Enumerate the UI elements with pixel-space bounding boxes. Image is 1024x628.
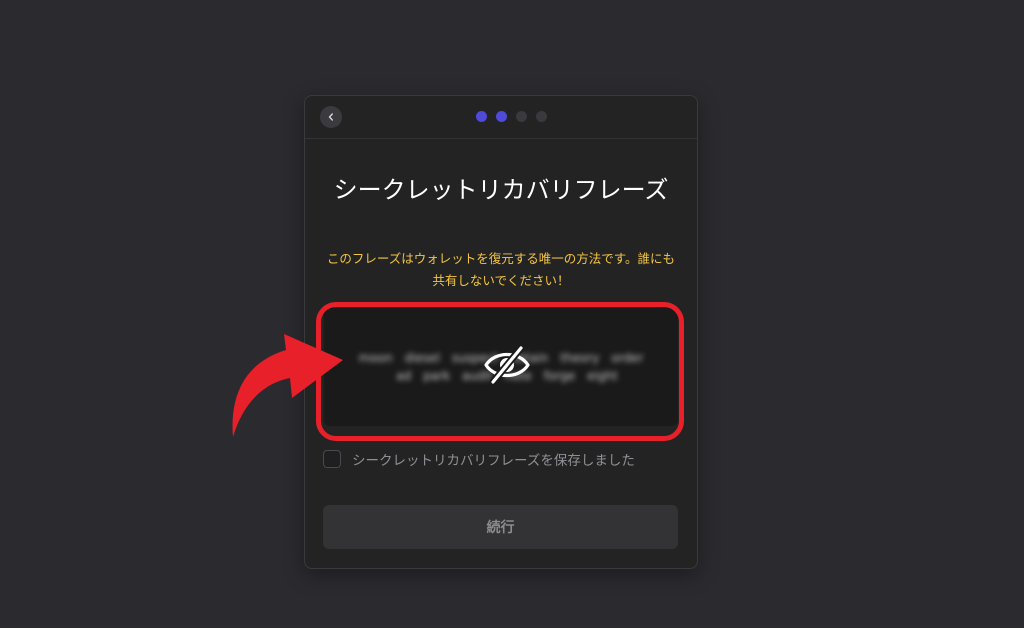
- step-dot: [496, 111, 507, 122]
- eye-off-icon[interactable]: [483, 345, 531, 385]
- back-button[interactable]: [320, 106, 342, 128]
- recovery-phrase-reveal[interactable]: moon diesel suspect obtain theory order ad park…: [324, 308, 678, 426]
- save-confirmation-row[interactable]: シークレットリカバリフレーズを保存しました: [323, 449, 635, 469]
- phrase-word: order: [611, 351, 644, 365]
- step-dot: [516, 111, 527, 122]
- page-background: シークレットリカバリフレーズ このフレーズはウォレットを復元する唯一の方法です。…: [0, 0, 1024, 628]
- warning-message: このフレーズはウォレットを復元する唯一の方法です。誰にも共有しないでください！: [326, 251, 676, 288]
- save-confirmation-label: シークレットリカバリフレーズを保存しました: [352, 453, 635, 469]
- phrase-word: park: [423, 369, 451, 383]
- phrase-word: ad: [396, 369, 412, 383]
- page-title: シークレットリカバリフレーズ: [333, 176, 669, 204]
- step-dot: [476, 111, 487, 122]
- step-dot: [536, 111, 547, 122]
- phrase-word: moon: [358, 351, 393, 365]
- phrase-word: theory: [560, 351, 600, 365]
- phrase-word: forge: [543, 369, 576, 383]
- dialog-header: [305, 96, 697, 139]
- save-confirmation-checkbox[interactable]: [323, 450, 341, 468]
- chevron-left-icon: [328, 113, 333, 121]
- red-arrow-icon: [232, 334, 343, 437]
- phrase-word: eight: [587, 369, 618, 383]
- continue-button[interactable]: 続行: [323, 505, 678, 549]
- phrase-word: diesel: [404, 351, 440, 365]
- step-indicator: [476, 111, 547, 122]
- recovery-phrase-dialog: シークレットリカバリフレーズ このフレーズはウォレットを復元する唯一の方法です。…: [304, 95, 698, 569]
